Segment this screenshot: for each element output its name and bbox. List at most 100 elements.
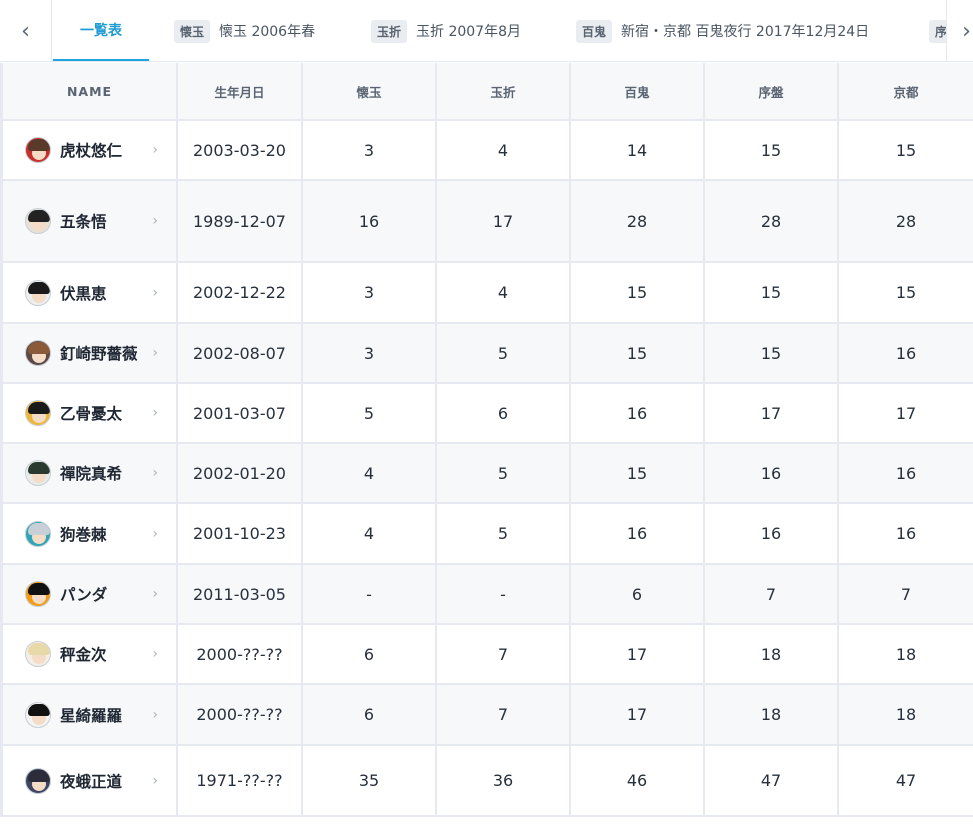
tab-gyokusetsu[interactable]: 玉折 玉折 2007年8月 bbox=[371, 0, 522, 61]
chevron-left-icon[interactable]: ‹ bbox=[0, 0, 52, 61]
kaigyoku-age-cell: 5 bbox=[303, 384, 437, 442]
tab-badge: 序 bbox=[929, 19, 946, 43]
table-row[interactable]: 乙骨憂太 › 2001-03-07 5 6 16 17 17 bbox=[0, 384, 973, 444]
kyoto-age-cell: 28 bbox=[895, 211, 917, 231]
name-cell[interactable]: 禪院真希 › bbox=[0, 444, 178, 502]
header-hyakki: 百鬼 bbox=[571, 63, 705, 119]
name-cell[interactable]: 乙骨憂太 › bbox=[0, 384, 178, 442]
joban-age-cell: 16 bbox=[705, 444, 839, 502]
birth-date-cell: 1989-12-07 bbox=[178, 181, 303, 261]
chevron-right-icon: › bbox=[152, 646, 158, 662]
table-row[interactable]: 夜蛾正道 › 1971-??-?? 35 36 46 47 47 bbox=[0, 746, 973, 817]
kaigyoku-age-cell: 3 bbox=[303, 121, 437, 179]
avatar-hair bbox=[28, 643, 50, 655]
birth-date-cell: 1971-??-?? bbox=[178, 746, 303, 815]
chevron-right-icon: › bbox=[152, 706, 158, 723]
chevron-right-icon: › bbox=[152, 525, 158, 542]
kaigyoku-age-cell: 3 bbox=[303, 324, 437, 382]
hyakki-age-cell: 16 bbox=[571, 504, 705, 563]
kaigyoku-age-cell: 6 bbox=[303, 685, 437, 744]
table-row[interactable]: 禪院真希 › 2002-01-20 4 5 15 16 16 bbox=[0, 444, 973, 504]
header-kyoto: 京都 bbox=[893, 84, 919, 100]
joban-age-cell: 16 bbox=[705, 504, 839, 563]
kyoto-age-cell: 18 bbox=[895, 705, 917, 724]
birth-date-cell: 2001-03-07 bbox=[178, 384, 303, 442]
table-row[interactable]: 秤金次 › 2000-??-?? 6 7 17 18 18 bbox=[0, 625, 973, 685]
name-cell[interactable]: 虎杖悠仁 › bbox=[0, 121, 178, 179]
avatar-hair bbox=[28, 139, 50, 151]
joban-age-cell: 28 bbox=[705, 181, 839, 261]
table-row[interactable]: 虎杖悠仁 › 2003-03-20 3 4 14 15 15 bbox=[0, 121, 973, 181]
kyoto-age-cell: 47 bbox=[895, 771, 917, 790]
avatar-hair bbox=[28, 769, 50, 782]
member-name: パンダ bbox=[60, 586, 108, 604]
tab-kaigyoku[interactable]: 懐玉 懐玉 2006年春 bbox=[174, 0, 316, 61]
header-gyokusetsu: 玉折 bbox=[437, 63, 571, 119]
avatar bbox=[25, 581, 51, 607]
name-cell[interactable]: 星綺羅羅 › bbox=[0, 685, 178, 744]
kyoto-age-cell: 17 bbox=[895, 403, 917, 423]
chevron-right-icon[interactable]: › bbox=[946, 0, 973, 61]
kyoto-age-cell: 7 bbox=[900, 584, 912, 604]
table-row[interactable]: 狗巻棘 › 2001-10-23 4 5 16 16 16 bbox=[0, 504, 973, 565]
kaigyoku-age-cell: 6 bbox=[303, 625, 437, 683]
table-row[interactable]: 星綺羅羅 › 2000-??-?? 6 7 17 18 18 bbox=[0, 685, 973, 746]
table-row[interactable]: 五条悟 › 1989-12-07 16 17 28 28 28 bbox=[0, 181, 973, 263]
gyokusetsu-age-cell: 6 bbox=[437, 384, 571, 442]
tab-overview[interactable]: 一覧表 bbox=[53, 0, 149, 61]
member-name: 伏黒恵 bbox=[60, 284, 107, 303]
member-name: 五条悟 bbox=[60, 213, 107, 231]
name-cell[interactable]: 伏黒恵 › bbox=[0, 263, 178, 322]
tab-partial[interactable]: 序 bbox=[929, 0, 946, 61]
name-cell[interactable]: 夜蛾正道 › bbox=[0, 746, 178, 815]
hyakki-age-cell: 16 bbox=[571, 384, 705, 442]
chevron-right-icon: › bbox=[152, 772, 158, 789]
tab-badge: 懐玉 bbox=[174, 19, 211, 43]
member-name: 夜蛾正道 bbox=[60, 772, 123, 791]
name-cell[interactable]: 五条悟 › bbox=[0, 181, 178, 261]
birth-date-cell: 2002-12-22 bbox=[178, 263, 303, 322]
avatar-hair bbox=[28, 583, 50, 595]
table-row[interactable]: パンダ › 2011-03-05- -6 7 7 bbox=[0, 565, 973, 625]
hyakki-age-cell: 46 bbox=[571, 746, 705, 815]
joban-age-cell: 7 bbox=[705, 565, 839, 623]
avatar-hair bbox=[28, 522, 50, 535]
avatar-hair bbox=[28, 281, 50, 294]
gyokusetsu-age-cell: 17 bbox=[437, 181, 571, 261]
gyokusetsu-age-cell: 5 bbox=[437, 444, 571, 502]
joban-age-cell: 17 bbox=[705, 384, 839, 442]
kaigyoku-age-cell: 4 bbox=[303, 444, 437, 502]
avatar bbox=[25, 520, 51, 547]
avatar bbox=[25, 208, 51, 234]
kyoto-age-cell: 16 bbox=[895, 463, 917, 483]
tab-label: 玉折 2007年8月 bbox=[416, 24, 522, 40]
name-cell[interactable]: パンダ › bbox=[0, 565, 178, 623]
tab-hyakki[interactable]: 百鬼 新宿・京都 百鬼夜行 2017年12月24日 bbox=[576, 0, 869, 61]
tab-label: 一覧表 bbox=[80, 22, 122, 39]
birth-date-cell: 2001-10-23 bbox=[178, 504, 303, 563]
header-birth: 生年月日 bbox=[178, 63, 303, 119]
member-name: 禪院真希 bbox=[60, 465, 123, 483]
name-cell[interactable]: 釘崎野薔薇 › bbox=[0, 324, 178, 382]
birth-date-cell: 2000-??-?? bbox=[178, 625, 303, 683]
tab-list: 一覧表 懐玉 懐玉 2006年春 玉折 玉折 2007年8月 百鬼 新宿・京都 … bbox=[53, 0, 946, 61]
tab-badge: 百鬼 bbox=[576, 19, 613, 43]
table-row[interactable]: 釘崎野薔薇 › 2002-08-07 3 5 15 15 16 bbox=[0, 324, 973, 384]
header-name[interactable]: NAME bbox=[0, 63, 178, 119]
chevron-right-icon: › bbox=[152, 586, 158, 602]
name-cell[interactable]: 秤金次 › bbox=[0, 625, 178, 683]
gyokusetsu-age-cell: 5 bbox=[437, 504, 571, 563]
avatar-hair bbox=[28, 462, 50, 474]
kaigyoku-age-cell: 3 bbox=[303, 263, 437, 322]
gyokusetsu-age-cell: 36 bbox=[437, 746, 571, 815]
avatar bbox=[25, 340, 51, 366]
joban-age-cell: 15 bbox=[705, 121, 839, 179]
table-row[interactable]: 伏黒恵 › 2002-12-22 3 4 15 15 15 bbox=[0, 263, 973, 324]
kyoto-age-cell: 15 bbox=[895, 140, 917, 160]
gyokusetsu-age-cell: 5 bbox=[437, 324, 571, 382]
member-name: 乙骨憂太 bbox=[60, 405, 123, 423]
kyoto-age-cell: 15 bbox=[895, 283, 917, 302]
birth-date-cell: 2000-??-?? bbox=[178, 685, 303, 744]
name-cell[interactable]: 狗巻棘 › bbox=[0, 504, 178, 563]
tab-label: 懐玉 2006年春 bbox=[219, 24, 316, 40]
